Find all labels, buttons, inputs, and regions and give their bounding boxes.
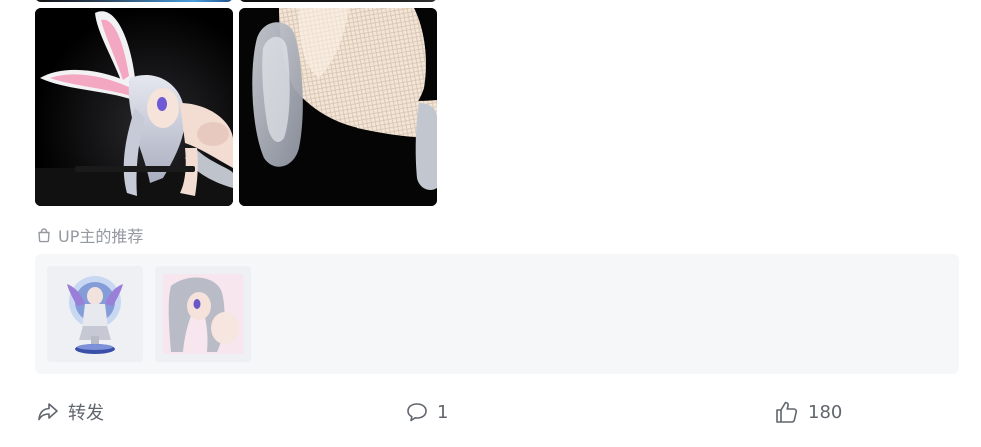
comment-button[interactable]: 1 — [405, 396, 448, 428]
shopping-bag-icon — [36, 227, 52, 243]
figure-photo — [239, 8, 437, 206]
dynamic-card: UP主的推荐 转发 1 180 — [0, 0, 981, 447]
recommend-title: UP主的推荐 — [58, 227, 144, 246]
comment-count: 1 — [437, 401, 449, 423]
forward-label: 转发 — [68, 403, 104, 424]
goods-thumbnail — [155, 266, 251, 362]
figure-photo — [35, 8, 233, 206]
thumbs-up-icon — [774, 399, 800, 425]
comment-bubble-icon — [405, 400, 429, 424]
share-arrow-icon — [36, 400, 60, 424]
goods-item[interactable] — [47, 266, 143, 362]
like-count: 180 — [808, 401, 843, 423]
like-button[interactable]: 180 — [774, 396, 842, 428]
goods-thumbnail — [47, 266, 143, 362]
forward-button[interactable]: 转发 — [36, 396, 104, 428]
image-thumbnail[interactable] — [239, 0, 437, 2]
goods-item[interactable] — [155, 266, 251, 362]
action-bar: 转发 1 180 — [0, 396, 981, 428]
image-thumbnail[interactable] — [35, 0, 233, 2]
previous-image-row — [35, 0, 437, 2]
image-thumbnail-figure-front[interactable] — [35, 8, 233, 206]
recommend-goods-panel — [35, 254, 959, 374]
image-thumbnail-figure-leg[interactable] — [239, 8, 437, 206]
up-recommend-heading: UP主的推荐 — [36, 225, 144, 246]
